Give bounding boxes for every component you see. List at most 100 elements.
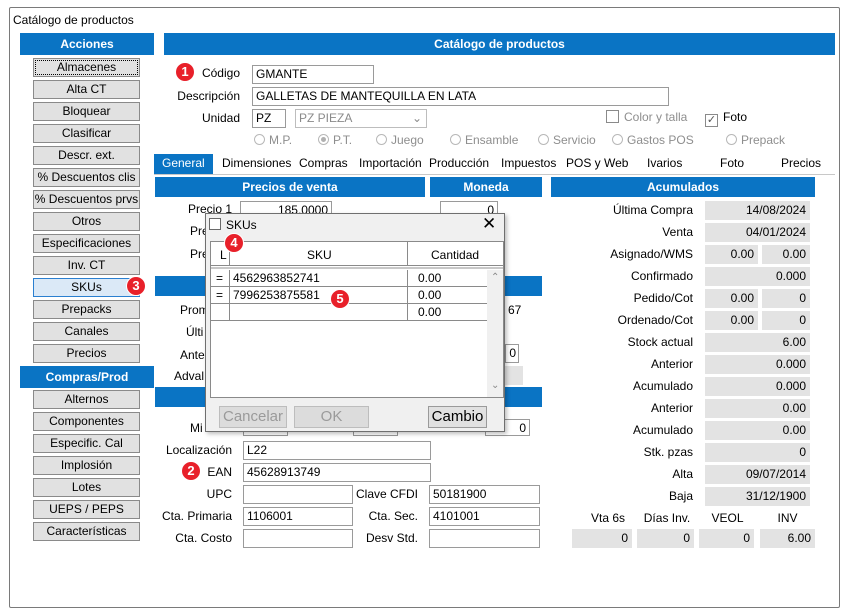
cta-primaria-input[interactable]: 1106001 <box>243 507 353 526</box>
radio-label: M.P. <box>269 133 293 147</box>
row-sku[interactable]: 7996253875581 <box>233 288 320 302</box>
sidebar-compras-especific-cal-button[interactable]: Especific. Cal <box>33 434 140 453</box>
sidebar-acciones-precios-button[interactable]: Precios <box>33 344 140 363</box>
row-cantidad[interactable]: 0.00 <box>418 288 441 302</box>
radio-option[interactable]: Ensamble <box>450 133 518 147</box>
tab-importacion[interactable]: Importación <box>359 156 422 170</box>
sidebar-acciones-alta-ct-button[interactable]: Alta CT <box>33 80 140 99</box>
foto-checkbox[interactable]: ✓ Foto <box>705 110 747 127</box>
anterior-label: Ante <box>180 348 205 362</box>
sidebar-compras-alternos-button[interactable]: Alternos <box>33 390 140 409</box>
tab-impuestos[interactable]: Impuestos <box>501 156 556 170</box>
radio-circle-icon <box>318 134 329 145</box>
col-sku-header[interactable]: SKU <box>307 248 332 262</box>
row-cantidad[interactable]: 0.00 <box>418 271 441 285</box>
sidebar-acciones-descuentos-clis-button[interactable]: % Descuentos clis <box>33 168 140 187</box>
radio-circle-icon <box>538 134 549 145</box>
radio-circle-icon <box>612 134 623 145</box>
row-sku[interactable]: 4562963852741 <box>233 271 320 285</box>
localizacion-input[interactable]: L22 <box>243 441 431 460</box>
radio-option[interactable]: Servicio <box>538 133 596 147</box>
unidad-select[interactable]: PZ PIEZA ⌄ <box>295 109 427 128</box>
tab-dimensiones[interactable]: Dimensiones <box>222 156 291 170</box>
upc-input[interactable] <box>243 485 353 504</box>
clave-cfdi-input[interactable]: 50181900 <box>429 485 540 504</box>
tab-ivarios[interactable]: Ivarios <box>647 156 682 170</box>
table-row[interactable]: 0.00 <box>211 304 487 321</box>
existencias-header-left <box>155 387 210 407</box>
sidebar-compras-ueps-peps-button[interactable]: UEPS / PEPS <box>33 500 140 519</box>
sidebar-acciones-skus-button[interactable]: SKUs <box>33 278 140 297</box>
color-talla-checkbox[interactable]: Color y talla <box>606 110 687 124</box>
descripcion-input[interactable]: GALLETAS DE MANTEQUILLA EN LATA <box>252 87 669 106</box>
radio-option[interactable]: Prepack <box>726 133 785 147</box>
dialog-title: SKUs <box>226 218 257 232</box>
col-cantidad-header[interactable]: Cantidad <box>431 248 479 262</box>
sidebar-acciones-especificaciones-button[interactable]: Especificaciones <box>33 234 140 253</box>
acumulados-anterior1-value: 0.000 <box>705 355 810 374</box>
sidebar-acciones-canales-button[interactable]: Canales <box>33 322 140 341</box>
codigo-input[interactable]: GMANTE <box>252 65 374 84</box>
scroll-up-icon[interactable]: ⌃ <box>491 272 499 283</box>
sku-grid[interactable]: L SKU Cantidad = 4562963852741 0.00 = 799625… <box>210 241 504 398</box>
radio-option[interactable]: Gastos POS <box>612 133 694 147</box>
desv-std-input[interactable] <box>429 529 540 548</box>
tab-produccion[interactable]: Producción <box>429 156 489 170</box>
radio-option[interactable]: P.T. <box>318 133 352 147</box>
table-row[interactable]: = 4562963852741 0.00 <box>211 270 487 287</box>
cta-primaria-label: Cta. Primaria <box>161 509 232 523</box>
acumulados-stock-value: 6.00 <box>705 333 810 352</box>
anterior-input-partial[interactable]: 0 <box>505 344 519 363</box>
tab-general[interactable]: General <box>154 154 213 174</box>
tab-foto[interactable]: Foto <box>720 156 744 170</box>
sidebar-acciones-prepacks-button[interactable]: Prepacks <box>33 300 140 319</box>
cancelar-button[interactable]: Cancelar <box>219 406 287 428</box>
acumulados-alta-value: 09/07/2014 <box>705 465 810 484</box>
acumulados-ordenado-value: 0 <box>762 311 810 330</box>
tab-precios[interactable]: Precios <box>781 156 821 170</box>
sidebar-acciones-inv-ct-button[interactable]: Inv. CT <box>33 256 140 275</box>
ok-button[interactable]: OK <box>294 406 369 428</box>
sidebar-acciones-clasificar-button[interactable]: Clasificar <box>33 124 140 143</box>
cta-sec-input[interactable]: 4101001 <box>429 507 540 526</box>
sidebar-acciones-descr-ext-button[interactable]: Descr. ext. <box>33 146 140 165</box>
acumulados-pedido-value: 0 <box>762 289 810 308</box>
acumulados-header: Acumulados <box>551 177 815 197</box>
acumulados-alta-label: Alta <box>672 467 693 481</box>
sidebar-compras-componentes-button[interactable]: Componentes <box>33 412 140 431</box>
sidebar-acciones-almacenes-button[interactable]: Almacenes <box>33 58 140 77</box>
col-l-header[interactable]: L <box>220 248 227 262</box>
sidebar-compras-lotes-button[interactable]: Lotes <box>33 478 140 497</box>
row-cantidad[interactable]: 0.00 <box>418 305 441 319</box>
dialog-window-icon <box>209 218 221 230</box>
scroll-down-icon[interactable]: ⌄ <box>491 380 499 391</box>
acumulados-stk-label: Stk. pzas <box>643 445 693 459</box>
advalorem-value-partial <box>505 366 523 385</box>
main-header: Catálogo de productos <box>164 33 835 55</box>
radio-option[interactable]: Juego <box>376 133 424 147</box>
checkbox-box <box>606 110 619 123</box>
sidebar-acciones-descuentos-prvs-button[interactable]: % Descuentos prvs <box>33 190 140 209</box>
sidebar-compras-caracteristicas-button[interactable]: Características <box>33 522 140 541</box>
tab-pos-y-web[interactable]: POS y Web <box>566 156 628 170</box>
sidebar-compras-implosion-button[interactable]: Implosión <box>33 456 140 475</box>
acumulados-acumulado2-label: Acumulado <box>632 423 693 437</box>
unidad-input[interactable]: PZ <box>252 109 286 128</box>
unidad-label: Unidad <box>201 111 240 125</box>
existencias-header-right <box>505 387 542 407</box>
ean-input[interactable]: 45628913749 <box>243 463 431 482</box>
sidebar-acciones-otros-button[interactable]: Otros <box>33 212 140 231</box>
close-icon[interactable]: ✕ <box>482 214 496 234</box>
vertical-scrollbar[interactable]: ⌃ ⌄ <box>487 270 503 397</box>
step-badge-2: 2 <box>181 461 201 481</box>
radio-circle-icon <box>450 134 461 145</box>
radio-option[interactable]: M.P. <box>254 133 292 147</box>
cta-costo-input[interactable] <box>243 529 353 548</box>
acumulados-confirmado-label: Confirmado <box>630 269 693 283</box>
color-talla-label: Color y talla <box>624 110 688 124</box>
tab-compras[interactable]: Compras <box>299 156 348 170</box>
acumulados-bottom-label: INV <box>777 511 798 525</box>
acumulados-bottom-value: 0 <box>699 529 754 548</box>
sidebar-acciones-bloquear-button[interactable]: Bloquear <box>33 102 140 121</box>
cambio-button[interactable]: Cambio <box>428 406 487 428</box>
